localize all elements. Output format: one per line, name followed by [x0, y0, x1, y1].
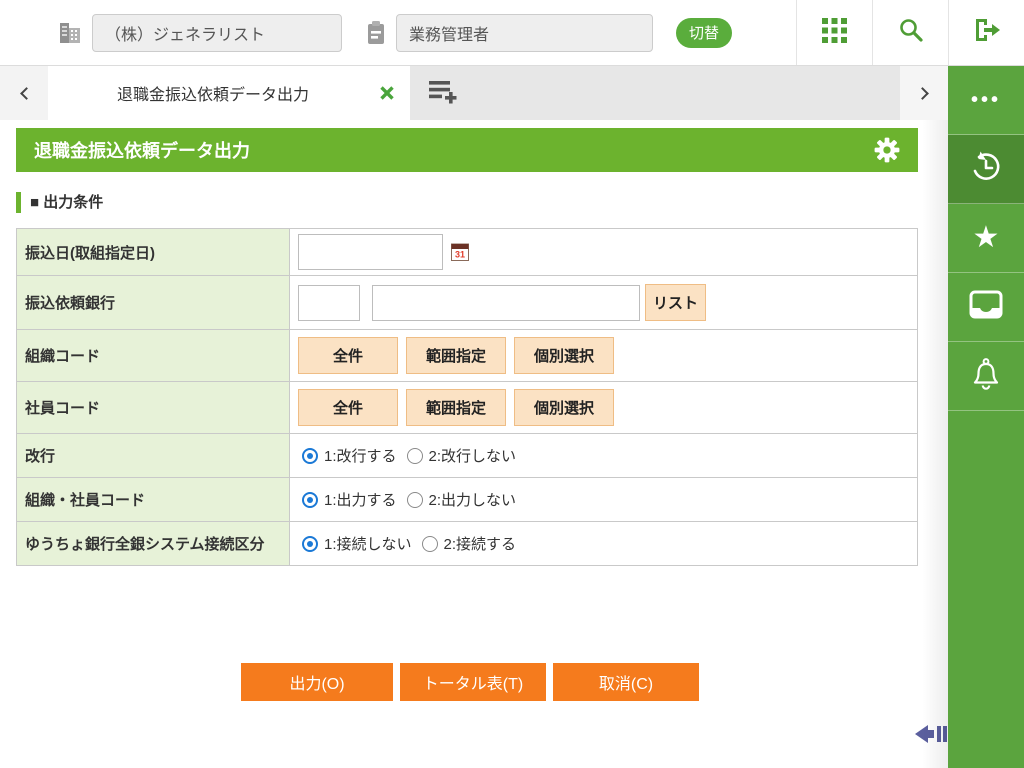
chevron-left-icon	[19, 86, 33, 100]
switch-button[interactable]: 切替	[676, 17, 732, 48]
radio-option-label: 1:改行する	[324, 448, 397, 465]
close-tab-button[interactable]	[378, 84, 396, 102]
output-conditions-table: 振込日(取組指定日) 31 振込依頼銀行 リスト 組織コード 全件 範囲指定 個…	[16, 228, 918, 566]
section-heading: ■ 出力条件	[16, 192, 103, 213]
tab-bar: 退職金振込依頼データ出力	[0, 66, 948, 120]
total-table-button[interactable]: トータル表(T)	[400, 663, 546, 701]
tray-icon	[967, 289, 1005, 326]
row-label: ゆうちょ銀行全銀システム接続区分	[16, 521, 290, 566]
page-header-bar: 退職金振込依頼データ出力	[16, 128, 918, 172]
tab-title: 退職金振込依頼データ出力	[116, 87, 309, 104]
bank-list-button[interactable]: リスト	[645, 284, 706, 321]
search-button[interactable]	[872, 0, 948, 65]
org-all-button[interactable]: 全件	[298, 337, 398, 374]
yucho-option-2-radio[interactable]	[421, 535, 438, 552]
favorite-star-icon: ★	[972, 221, 1000, 254]
sidebar-item-history[interactable]	[948, 135, 1024, 204]
transfer-date-input[interactable]	[298, 234, 443, 270]
row-label: 改行	[16, 433, 290, 478]
org-range-button[interactable]: 範囲指定	[406, 337, 506, 374]
linebreak-option-1-radio[interactable]	[302, 447, 318, 464]
top-nav	[796, 0, 1024, 65]
radio-option-label: 2:改行しない	[428, 448, 517, 465]
action-buttons: 出力(O) トータル表(T) 取消(C)	[241, 663, 706, 701]
grid-menu-button[interactable]	[796, 0, 872, 65]
org-select-button[interactable]: 個別選択	[514, 337, 614, 374]
table-row: 組織・社員コード 1:出力する 2:出力しない	[16, 477, 918, 522]
close-icon	[380, 86, 394, 100]
table-row: 社員コード 全件 範囲指定 個別選択	[16, 381, 918, 434]
main-area: 退職金振込依頼データ出力 退職金振込依頼データ出力 ■ 出力条件 振込日(取組指…	[0, 66, 948, 768]
notification-bell-icon	[970, 357, 1002, 396]
sidebar-item-more[interactable]: •••	[948, 66, 1024, 135]
radio-option-label: 2:出力しない	[428, 492, 517, 509]
top-bar: 切替	[0, 0, 1024, 66]
employee-range-button[interactable]: 範囲指定	[406, 389, 506, 426]
radio-option-label: 1:接続しない	[324, 536, 412, 553]
radio-option-label: 1:出力する	[324, 492, 397, 509]
bank-name-input	[372, 284, 640, 321]
row-label: 組織コード	[16, 329, 290, 382]
employee-all-button[interactable]: 全件	[298, 389, 398, 426]
collapse-arrow-icon	[915, 725, 947, 743]
gear-icon	[874, 137, 900, 163]
next-tab-button[interactable]	[900, 66, 948, 120]
more-ellipsis-icon: •••	[970, 88, 1001, 111]
chevron-right-icon	[915, 86, 929, 100]
table-row: ゆうちょ銀行全銀システム接続区分 1:接続しない 2:接続する	[16, 521, 918, 566]
tab-active[interactable]: 退職金振込依頼データ出力	[48, 66, 410, 120]
add-tab-icon	[428, 77, 458, 110]
table-row: 改行 1:改行する 2:改行しない	[16, 433, 918, 478]
calendar-icon[interactable]: 31	[449, 241, 471, 263]
sidebar-item-favorites[interactable]: ★	[948, 204, 1024, 273]
table-row: 振込日(取組指定日) 31	[16, 228, 918, 276]
right-sidebar: ••• ★	[948, 66, 1024, 768]
cancel-button[interactable]: 取消(C)	[553, 663, 699, 701]
row-label: 社員コード	[16, 381, 290, 434]
history-icon	[968, 149, 1004, 190]
linebreak-option-2-radio[interactable]	[406, 447, 423, 464]
row-label: 組織・社員コード	[16, 477, 290, 522]
bank-code-input[interactable]	[298, 284, 360, 321]
building-icon	[56, 19, 84, 47]
employee-select-button[interactable]: 個別選択	[514, 389, 614, 426]
output-button[interactable]: 出力(O)	[241, 663, 393, 701]
page-title: 退職金振込依頼データ出力	[34, 141, 250, 161]
logout-button[interactable]	[948, 0, 1024, 65]
sidebar-item-tray[interactable]	[948, 273, 1024, 342]
table-row: 組織コード 全件 範囲指定 個別選択	[16, 329, 918, 382]
sidebar-edge-shadow	[922, 120, 948, 768]
add-tab-button[interactable]	[410, 66, 458, 120]
radio-option-label: 2:接続する	[443, 536, 517, 553]
role-input[interactable]	[396, 13, 653, 52]
grid-menu-icon	[821, 17, 848, 49]
prev-tab-button[interactable]	[0, 66, 48, 120]
svg-text:31: 31	[455, 250, 465, 260]
sidebar-item-notifications[interactable]	[948, 342, 1024, 411]
logout-icon	[973, 17, 1001, 48]
row-label: 振込日(取組指定日)	[16, 228, 290, 276]
collapse-panel-button[interactable]	[914, 722, 948, 751]
table-row: 振込依頼銀行 リスト	[16, 275, 918, 330]
clipboard-icon	[364, 19, 388, 47]
orgcode-option-2-radio[interactable]	[406, 491, 423, 508]
row-label: 振込依頼銀行	[16, 275, 290, 330]
company-input[interactable]	[92, 13, 342, 52]
search-icon	[898, 17, 924, 48]
orgcode-option-1-radio[interactable]	[302, 491, 318, 508]
settings-gear-button[interactable]	[874, 137, 900, 163]
yucho-option-1-radio[interactable]	[302, 535, 318, 552]
